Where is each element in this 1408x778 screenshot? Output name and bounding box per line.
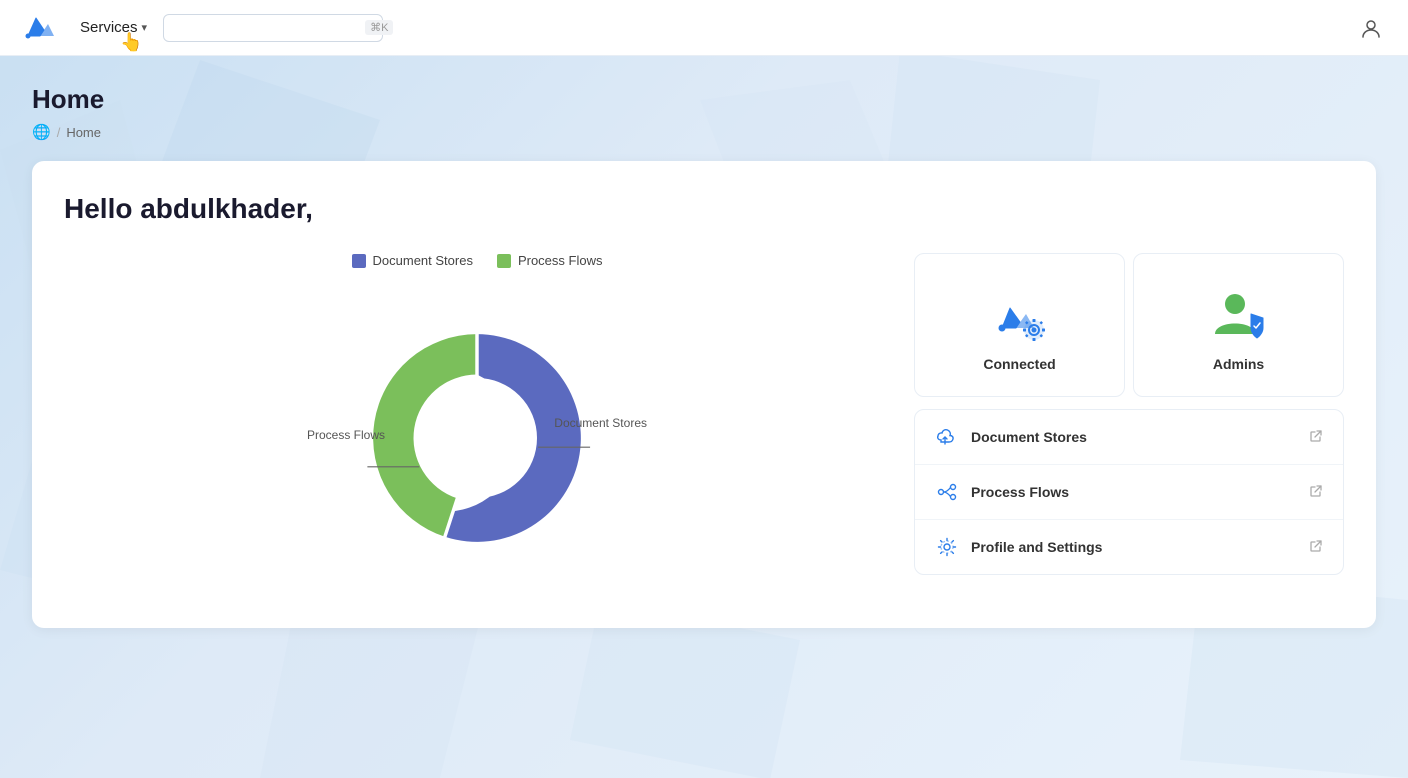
profile-settings-external-icon	[1309, 539, 1323, 556]
page-title: Home	[32, 84, 1376, 115]
search-box: ⌘K	[163, 14, 383, 42]
process-flows-link[interactable]: Process Flows	[915, 465, 1343, 520]
user-profile-button[interactable]	[1354, 11, 1388, 45]
breadcrumb-home: Home	[66, 125, 101, 140]
breadcrumb: 🌐 / Home	[32, 123, 1376, 141]
document-stores-link-label: Document Stores	[971, 429, 1297, 445]
topbar-right	[1354, 11, 1388, 45]
services-button[interactable]: Services ▾	[72, 15, 155, 40]
legend-label-document: Document Stores	[373, 253, 473, 268]
legend-dot-document	[352, 254, 366, 268]
donut-hole	[417, 378, 537, 498]
logo-icon	[20, 8, 60, 48]
connected-label: Connected	[983, 356, 1055, 372]
process-flows-label: Process Flows	[307, 428, 385, 442]
connected-card: Connected	[914, 253, 1125, 397]
services-label: Services	[80, 19, 138, 36]
status-cards-row: Connected Admins	[914, 253, 1344, 397]
connected-icon	[988, 282, 1052, 346]
topbar: Services ▾ ⌘K 👆	[0, 0, 1408, 56]
profile-settings-link-icon	[935, 536, 959, 558]
process-flows-link-icon	[935, 481, 959, 503]
document-stores-external-icon	[1309, 429, 1323, 446]
legend-label-process: Process Flows	[518, 253, 603, 268]
admins-card: Admins	[1133, 253, 1344, 397]
globe-icon: 🌐	[32, 123, 51, 141]
process-flows-external-icon	[1309, 484, 1323, 501]
content-row: Document Stores Process Flows	[64, 253, 1344, 588]
search-input[interactable]	[176, 20, 357, 36]
document-stores-link[interactable]: Document Stores	[915, 410, 1343, 465]
user-icon	[1360, 17, 1382, 39]
chevron-down-icon: ▾	[142, 21, 148, 34]
search-shortcut: ⌘K	[365, 20, 393, 35]
right-panel: Connected Admins	[914, 253, 1344, 575]
chart-legend: Document Stores Process Flows	[64, 253, 890, 268]
profile-settings-link[interactable]: Profile and Settings	[915, 520, 1343, 574]
main-card: Hello abdulkhader, Document Stores Proce…	[32, 161, 1376, 628]
admins-label: Admins	[1213, 356, 1264, 372]
page-content: Home 🌐 / Home Hello abdulkhader, Documen…	[0, 56, 1408, 656]
greeting-text: Hello abdulkhader,	[64, 193, 1344, 225]
admins-icon	[1207, 282, 1271, 346]
process-flows-link-label: Process Flows	[971, 484, 1297, 500]
profile-settings-link-label: Profile and Settings	[971, 539, 1297, 555]
document-stores-link-icon	[935, 426, 959, 448]
chart-area: Document Stores Process Flows	[64, 253, 890, 588]
logo-area	[20, 8, 60, 48]
breadcrumb-separator: /	[57, 125, 61, 140]
legend-dot-process	[497, 254, 511, 268]
donut-chart-container: Process Flows Document Stores	[297, 288, 657, 588]
links-card: Document Stores	[914, 409, 1344, 575]
legend-process-flows: Process Flows	[497, 253, 603, 268]
legend-document-stores: Document Stores	[352, 253, 473, 268]
document-stores-label: Document Stores	[554, 416, 647, 430]
